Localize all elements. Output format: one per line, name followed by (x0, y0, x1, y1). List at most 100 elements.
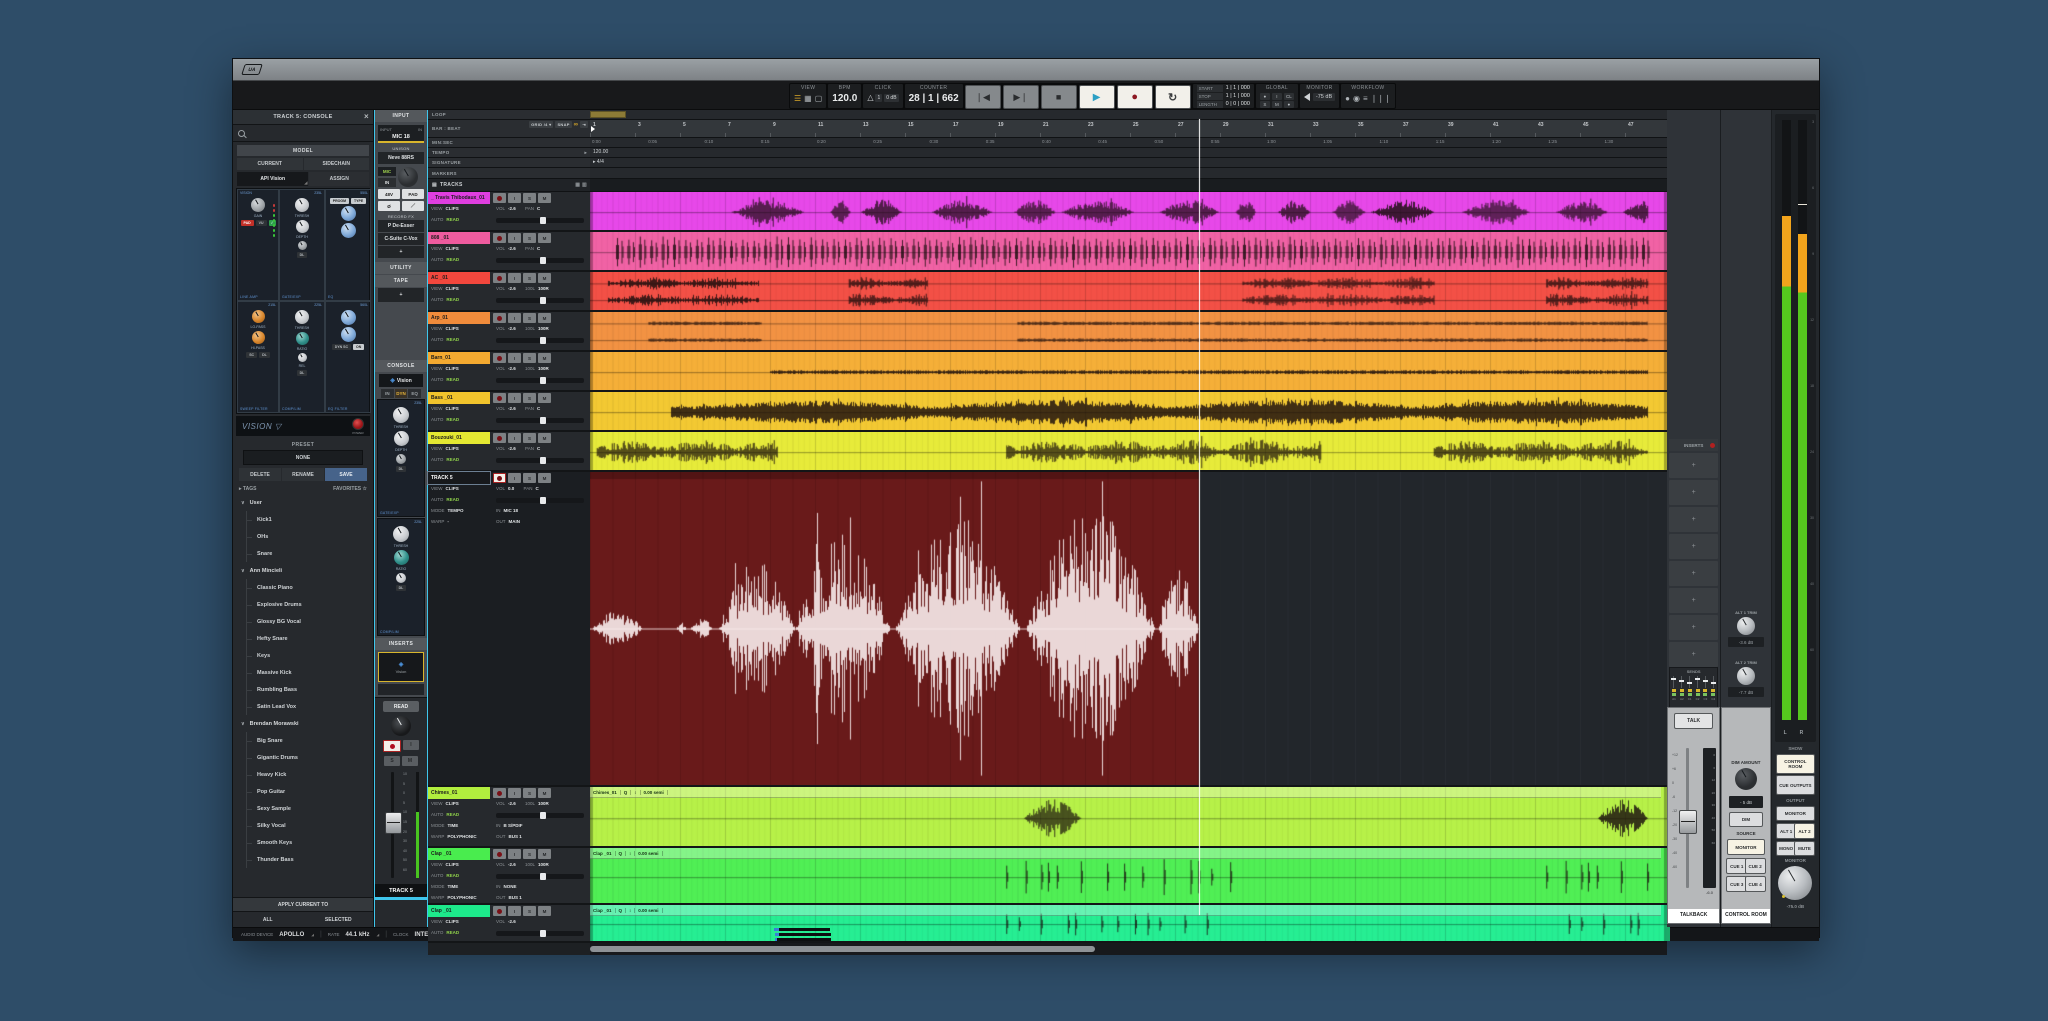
chevron-down-icon[interactable]: ∨ (241, 500, 245, 506)
HI-PASS-knob[interactable] (252, 331, 265, 344)
model-select-dropdown[interactable]: API Vision◢ (237, 172, 308, 186)
track-s-button[interactable]: S (523, 313, 536, 323)
api-vision-plugin[interactable]: VISIONGAINPADVU/LINE AMP235LTHRESHDEPTHD… (236, 188, 370, 414)
tab-in[interactable]: IN (381, 389, 394, 398)
track-automation[interactable]: AUTOREAD (431, 297, 459, 302)
track-s-button[interactable]: S (523, 788, 536, 798)
gate-release-knob[interactable] (396, 454, 406, 464)
track-lane[interactable] (590, 352, 1667, 390)
chip-dl[interactable]: DL (297, 252, 308, 258)
preset-item[interactable]: Pop Guitar (233, 783, 373, 800)
alt1-trim-value[interactable]: -3.6 dB (1728, 637, 1764, 647)
global-status-icon[interactable]: ● (1284, 101, 1294, 108)
track-record-button[interactable] (493, 433, 506, 443)
track-header[interactable]: AC _01ISMVIEWCLIPSVOL-2.6 100L100RAUTORE… (428, 272, 590, 310)
preset-item[interactable]: Gigantic Drums (233, 749, 373, 766)
tempo-value[interactable]: 120.00 (593, 149, 608, 155)
track-m-button[interactable]: M (538, 353, 551, 363)
clip-header[interactable]: Clap _01Q↕0.00 semi (590, 905, 1661, 916)
dim-amount-knob[interactable] (1735, 768, 1757, 790)
preset-item[interactable]: Explosive Drums (233, 596, 373, 613)
workflow-record-icon[interactable]: ● (1345, 94, 1350, 104)
track-lane[interactable] (590, 232, 1667, 270)
track-name[interactable]: Clap _01 (428, 848, 490, 860)
talk-button[interactable]: TALK (1674, 713, 1713, 729)
track-name[interactable]: Clap _01 (428, 905, 490, 917)
global-solo-button[interactable]: S (1260, 101, 1270, 108)
track-list-icon[interactable]: ▤ (432, 182, 437, 188)
cue-button-2[interactable]: CUE 2 (1745, 858, 1766, 874)
chip-on[interactable]: ON (353, 344, 364, 350)
cue-button-4[interactable]: CUE 4 (1745, 876, 1766, 892)
track-m-button[interactable]: M (538, 233, 551, 243)
track-header[interactable]: 808 _01ISMVIEWCLIPSVOL-2.6 PANCAUTOREAD (428, 232, 590, 270)
gate-exp-module[interactable]: 235L THRESH DEPTH DL GATE/EXP (377, 399, 425, 517)
preset-item[interactable]: ∨User (233, 494, 373, 511)
save-button[interactable]: SAVE (325, 468, 367, 481)
plugin-knob[interactable] (341, 310, 356, 325)
gate-depth-knob[interactable] (394, 431, 409, 446)
LO-PASS-knob[interactable] (252, 310, 265, 323)
show-control-room-button[interactable]: CONTROL ROOM (1776, 754, 1815, 774)
tab-dyn[interactable]: DYN (395, 389, 408, 398)
signature-lane[interactable]: ▸ 4/4 (590, 158, 1667, 167)
preset-item[interactable]: Thunder Bass (233, 851, 373, 868)
track-volume[interactable]: VOL-2.6 PANC (496, 206, 540, 211)
track-i-button[interactable]: I (508, 193, 521, 203)
playhead[interactable] (1199, 119, 1200, 915)
track-m-button[interactable]: M (538, 193, 551, 203)
phase-button[interactable]: Ø (378, 201, 400, 211)
track-pan-slider[interactable] (496, 813, 584, 818)
track-s-button[interactable]: S (523, 473, 536, 483)
track-record-button[interactable] (493, 906, 506, 916)
track-record-button[interactable] (493, 193, 506, 203)
track-automation[interactable]: AUTOREAD (431, 457, 459, 462)
THRESH-knob[interactable] (295, 198, 309, 212)
track-m-button[interactable]: M (538, 273, 551, 283)
alt2-trim-value[interactable]: -7.7 dB (1728, 687, 1764, 697)
track-record-button[interactable] (493, 849, 506, 859)
RATIO-knob[interactable] (296, 332, 309, 345)
track-s-button[interactable]: S (523, 353, 536, 363)
track-volume[interactable]: VOL-2.6 100L100R (496, 326, 549, 331)
track-name[interactable]: Bass _01 (428, 392, 490, 404)
play-button[interactable]: ▶ (1079, 85, 1115, 109)
fx-cvox-button[interactable]: C-Suite C-Vox (378, 233, 424, 245)
comp-thresh-knob[interactable] (393, 526, 409, 542)
chip-type[interactable]: TYPE (351, 198, 366, 204)
start-value[interactable]: 1 | 1 | 000 (1226, 85, 1250, 91)
track-i-button[interactable]: I (508, 433, 521, 443)
track-m-button[interactable]: M (538, 313, 551, 323)
alt1-trim-knob[interactable] (1737, 617, 1755, 635)
jump-to-playhead-icon[interactable]: ⇥ (580, 121, 588, 128)
track-pan-slider[interactable] (496, 874, 584, 879)
speaker-icon[interactable] (1304, 93, 1310, 101)
utility-header[interactable]: UTILITY (375, 262, 427, 274)
send-slot[interactable]: C3 (1703, 676, 1707, 701)
console-plugin-button[interactable]: ◈ Vision (379, 374, 423, 387)
length-value[interactable]: 0 | 0 | 000 (1226, 101, 1250, 107)
chevron-down-icon[interactable]: ∨ (241, 721, 245, 727)
preset-item[interactable]: Big Snare (233, 732, 373, 749)
chip-dl[interactable]: DL (259, 352, 270, 358)
track-record-button[interactable] (493, 313, 506, 323)
strip-input-button[interactable]: I (403, 740, 419, 750)
track-header[interactable]: TRACK 5ISMVIEWCLIPSVOL0.0 PANCAUTOREADMO… (428, 472, 590, 785)
track-i-button[interactable]: I (508, 849, 521, 859)
sends-panel[interactable]: SENDS A1A2C1C2C3C4 (1669, 667, 1718, 709)
track-i-button[interactable]: I (508, 273, 521, 283)
preset-item[interactable]: Glossy BG Vocal (233, 613, 373, 630)
track-i-button[interactable]: I (508, 906, 521, 916)
master-insert-slot[interactable]: + (1669, 534, 1718, 559)
skip-start-button[interactable]: ❘◀ (965, 85, 1001, 109)
master-insert-slot[interactable]: + (1669, 480, 1718, 505)
track-automation[interactable]: AUTOREAD (431, 257, 459, 262)
track-name[interactable]: AC _01 (428, 272, 490, 284)
preset-item[interactable]: Kick1 (233, 511, 373, 528)
strip-track-name[interactable]: TRACK 5 (375, 884, 427, 897)
track-m-button[interactable]: M (538, 393, 551, 403)
global-record-icon[interactable]: ● (1260, 93, 1270, 100)
delete-button[interactable]: DELETE (239, 468, 281, 481)
track-name[interactable]: Barn_01 (428, 352, 490, 364)
track-i-button[interactable]: I (508, 233, 521, 243)
